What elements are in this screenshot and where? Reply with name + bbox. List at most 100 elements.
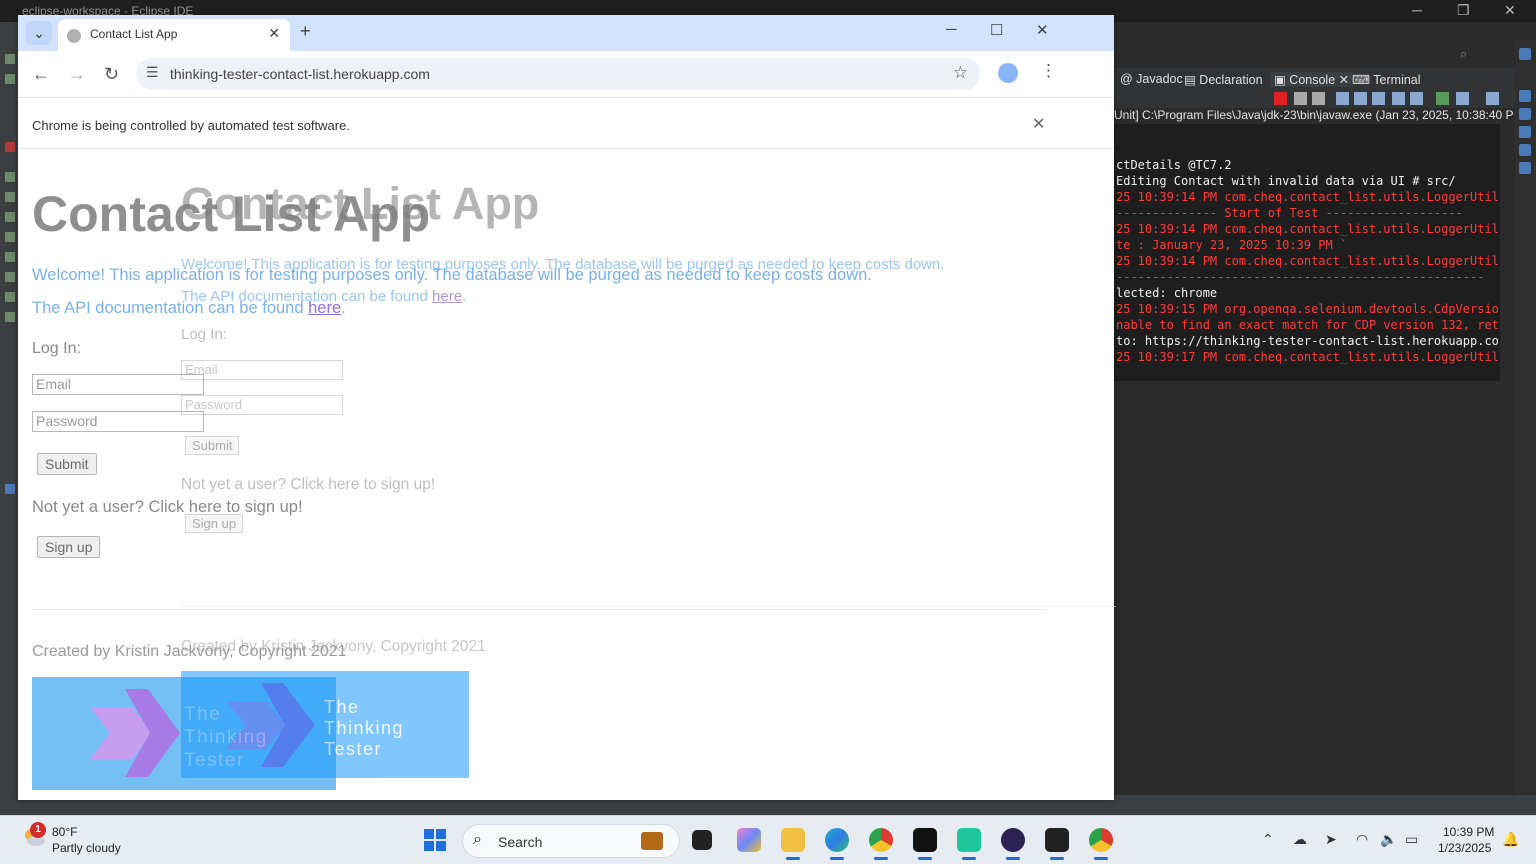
console-tool-icon[interactable]: [1486, 92, 1499, 105]
console-line: to: https://thinking-tester-contact-list…: [1116, 334, 1499, 348]
footer-copyright: Created by Kristin Jackvony, Copyright 2…: [32, 643, 347, 660]
weather-condition[interactable]: Partly cloudy: [52, 841, 121, 855]
pycharm-icon[interactable]: [957, 828, 981, 860]
task-view-icon[interactable]: [692, 830, 712, 850]
infobar-message: Chrome is being controlled by automated …: [32, 118, 350, 133]
console-line: 25 10:39:14 PM com.cheq.contact_list.uti…: [1116, 254, 1499, 268]
password-field[interactable]: Password: [32, 411, 204, 432]
eclipse-tool-icon[interactable]: [5, 212, 15, 222]
tab-terminal[interactable]: ⌨ Terminal: [1352, 72, 1421, 87]
welcome-text: Welcome! This application is for testing…: [32, 266, 872, 284]
copilot-icon[interactable]: [737, 828, 761, 852]
browser-tab[interactable]: Contact List App ✕: [58, 19, 290, 51]
taskbar-search[interactable]: ⌕ Search: [462, 824, 680, 858]
page-content: Contact List App Welcome! This applicati…: [18, 149, 1114, 800]
eclipse-search-icon[interactable]: ⌕: [1460, 46, 1467, 62]
intellij-icon[interactable]: [913, 828, 937, 860]
location-icon[interactable]: ➤: [1325, 831, 1337, 848]
tab-search-icon[interactable]: ⌄: [26, 21, 52, 45]
clock-time[interactable]: 10:39 PM: [1443, 825, 1494, 839]
eclipse-tool-icon[interactable]: [1519, 90, 1531, 102]
browser-toolbar: ← → ↻ ☰ thinking-tester-contact-list.her…: [18, 51, 1114, 97]
volume-icon[interactable]: 🔈: [1380, 831, 1397, 848]
eclipse-tool-icon[interactable]: [5, 272, 15, 282]
console-tool-icon[interactable]: [1354, 92, 1367, 105]
eclipse-tool-icon[interactable]: [5, 292, 15, 302]
eclipse-tool-icon[interactable]: [1519, 108, 1531, 120]
remove-launch-icon[interactable]: [1294, 92, 1307, 105]
tab-console[interactable]: ▣ Console ✕: [1270, 72, 1354, 87]
console-tool-icon[interactable]: [1410, 92, 1423, 105]
eclipse-left-toolbar: [0, 22, 18, 815]
eclipse-tool-icon[interactable]: [5, 252, 15, 262]
tab-title: Contact List App: [90, 27, 178, 41]
windows-start-icon[interactable]: [424, 829, 446, 851]
eclipse-tool-icon[interactable]: [5, 312, 15, 322]
remove-all-icon[interactable]: [1312, 92, 1325, 105]
close-window-icon[interactable]: ✕: [1036, 21, 1049, 39]
maximize-icon[interactable]: ☐: [990, 21, 1003, 39]
bookmark-star-icon[interactable]: ☆: [953, 63, 968, 83]
eclipse-view-tabs: @ Javadoc ▤ Declaration ▣ Console ✕ ⌨ Te…: [1114, 68, 1522, 90]
tab-javadoc[interactable]: @ Javadoc: [1120, 72, 1183, 86]
reload-icon[interactable]: ↻: [104, 64, 119, 85]
edge-icon[interactable]: [825, 828, 849, 860]
email-field[interactable]: Email: [32, 374, 204, 395]
api-doc-link[interactable]: here: [308, 299, 341, 317]
forward-icon[interactable]: →: [68, 64, 86, 85]
chrome-icon[interactable]: [869, 828, 893, 860]
console-launch-path: Unit] C:\Program Files\Java\jdk-23\bin\j…: [1114, 108, 1514, 122]
eclipse-tool-icon[interactable]: [5, 172, 15, 182]
console-tool-icon[interactable]: [1336, 92, 1349, 105]
clock-date[interactable]: 1/23/2025: [1438, 841, 1491, 855]
eclipse-close-icon[interactable]: ✕: [1504, 2, 1516, 19]
battery-icon[interactable]: ▭: [1405, 831, 1418, 848]
eclipse-icon[interactable]: [1001, 828, 1025, 860]
minimize-icon[interactable]: ─: [946, 21, 957, 38]
wifi-icon[interactable]: ◠: [1356, 831, 1368, 848]
console-tool-icon[interactable]: [1456, 92, 1469, 105]
console-line: -------------- Start of Test -----------…: [1116, 206, 1463, 220]
console-tool-icon[interactable]: [1436, 92, 1449, 105]
logo-line: The: [184, 704, 222, 725]
eclipse-tool-icon[interactable]: [5, 232, 15, 242]
file-explorer-icon[interactable]: [781, 828, 805, 860]
menu-kebab-icon[interactable]: ⋮: [1040, 61, 1057, 81]
back-icon[interactable]: ←: [32, 64, 50, 85]
eclipse-tool-icon[interactable]: [1519, 126, 1531, 138]
signup-button[interactable]: Sign up: [37, 536, 101, 558]
submit-button[interactable]: Submit: [37, 453, 97, 475]
chrome-active-icon[interactable]: [1089, 828, 1113, 860]
new-tab-icon[interactable]: +: [300, 21, 311, 42]
terminal-icon[interactable]: [1045, 828, 1069, 860]
terminate-icon[interactable]: [1274, 92, 1287, 105]
eclipse-tool-icon[interactable]: [1519, 162, 1531, 174]
eclipse-tool-icon[interactable]: [5, 192, 15, 202]
search-label: Search: [498, 834, 543, 850]
tab-declaration[interactable]: ▤ Declaration: [1184, 72, 1263, 87]
site-settings-icon[interactable]: ☰: [146, 64, 159, 81]
console-tool-icon[interactable]: [1392, 92, 1405, 105]
eclipse-stop-icon[interactable]: [5, 142, 15, 152]
perspective-icon[interactable]: [1519, 48, 1531, 60]
infobar-close-icon[interactable]: ✕: [1032, 114, 1045, 134]
eclipse-outline-icon[interactable]: [5, 484, 15, 494]
console-tool-icon[interactable]: [1372, 92, 1385, 105]
address-bar[interactable]: ☰ thinking-tester-contact-list.herokuapp…: [136, 58, 980, 90]
profile-avatar-icon[interactable]: [998, 63, 1018, 83]
tab-label: Declaration: [1199, 73, 1263, 87]
weather-temperature[interactable]: 80°F: [52, 825, 77, 839]
eclipse-minimize-icon[interactable]: ─: [1412, 2, 1422, 18]
console-output[interactable]: ctDetails @TC7.2 Editing Contact with inv…: [1114, 124, 1500, 381]
tab-close-icon[interactable]: ✕: [268, 25, 280, 42]
onedrive-icon[interactable]: ☁: [1293, 831, 1307, 848]
eclipse-restore-icon[interactable]: ❐: [1457, 2, 1470, 19]
eclipse-tool-icon[interactable]: [1519, 144, 1531, 156]
eclipse-toolbar: ⌕: [1114, 40, 1536, 70]
eclipse-tool-icon[interactable]: [5, 54, 15, 64]
notification-bell-icon[interactable]: 🔔: [1502, 831, 1519, 848]
eclipse-tool-icon[interactable]: [5, 74, 15, 84]
show-hidden-icons-icon[interactable]: ⌃: [1262, 831, 1274, 848]
automation-infobar: Chrome is being controlled by automated …: [18, 97, 1114, 149]
api-doc-text: The API documentation can be found here.: [32, 299, 346, 318]
